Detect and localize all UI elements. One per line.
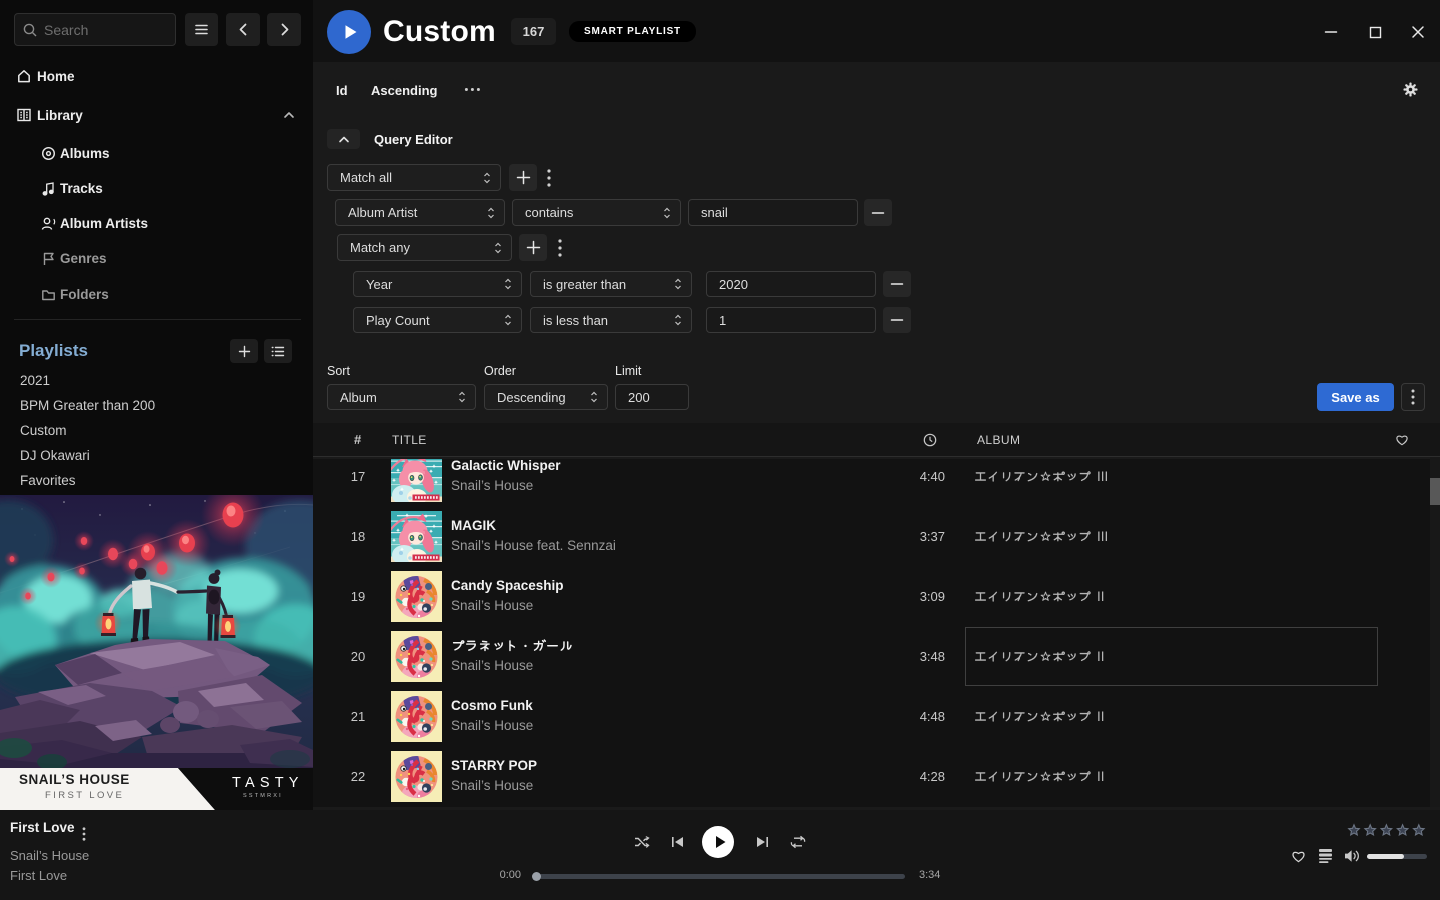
svg-text:SSTMRXI: SSTMRXI: [243, 793, 283, 799]
svg-text:FIRST LOVE: FIRST LOVE: [45, 790, 124, 801]
svg-text:TASTY: TASTY: [232, 775, 304, 791]
svg-text:SNAIL’S HOUSE: SNAIL’S HOUSE: [19, 772, 130, 787]
